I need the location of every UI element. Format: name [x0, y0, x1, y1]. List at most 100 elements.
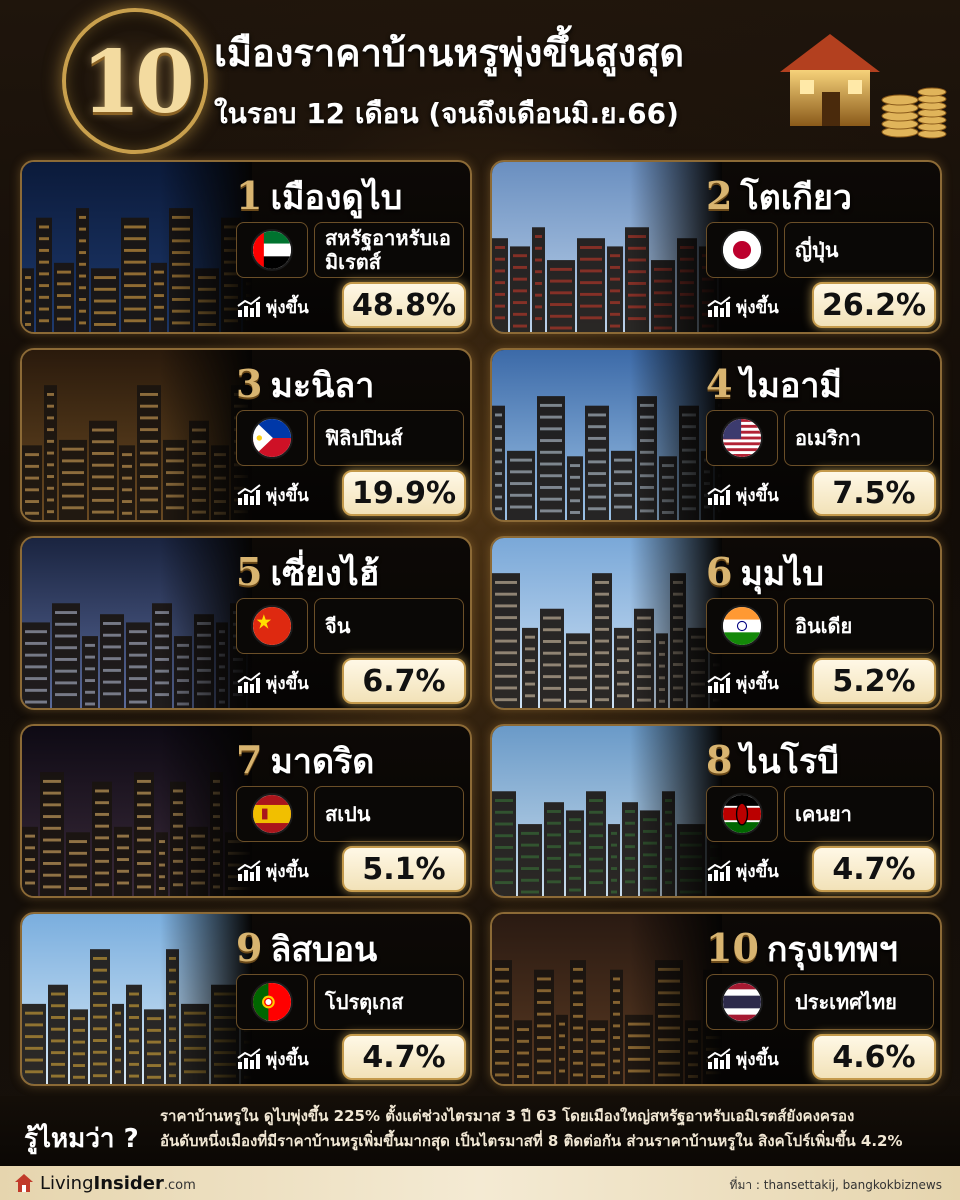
rise-text: พุ่งขึ้น: [266, 485, 309, 506]
house-coins-icon: [780, 34, 947, 139]
rise-text: พุ่งขึ้น: [266, 673, 309, 694]
flag-box: [236, 222, 308, 278]
city-name: ลิสบอน: [270, 930, 378, 970]
rising-chart-icon: [707, 860, 731, 881]
flag-box: [706, 786, 778, 842]
brand-insider: Insider: [93, 1172, 164, 1194]
rise-label: พุ่งขึ้น: [706, 1038, 818, 1080]
rank-number: 5: [236, 549, 263, 594]
city-name: เมืองดูไบ: [270, 178, 403, 218]
note-title: รู้ไหมว่า ?: [24, 1124, 139, 1154]
city-card: 1 เมืองดูไบ สหรัฐอาหรับเอมิเรตส์ พุ่งขึ้น…: [20, 160, 472, 334]
city-card: 2 โตเกียว ญี่ปุ่น พุ่งขึ้น 26.2%: [490, 160, 942, 334]
city-title: 5 เซี่ยงไฮ้: [236, 546, 380, 598]
flag-box: [706, 222, 778, 278]
country-name: อเมริกา: [784, 410, 934, 466]
page-subtitle: ในรอบ 12 เดือน (จนถึงเดือนมิ.ย.66): [214, 97, 679, 130]
city-card: 8 ไนโรบี เคนยา พุ่งขึ้น 4.7%: [490, 724, 942, 898]
philippines-flag-icon: [251, 417, 293, 459]
flag-box: [706, 974, 778, 1030]
note-text: ราคาบ้านหรูใน ดูไบพุ่งขึ้น 225% ตั้งแต่ช…: [160, 1104, 950, 1154]
city-title: 9 ลิสบอน: [236, 922, 377, 974]
uae-flag-icon: [251, 229, 293, 271]
usa-flag-icon: [721, 417, 763, 459]
city-card: 5 เซี่ยงไฮ้ จีน พุ่งขึ้น 6.7%: [20, 536, 472, 710]
rank-number: 7: [236, 737, 263, 782]
brand-domain: .com: [163, 1177, 196, 1193]
rise-text: พุ่งขึ้น: [736, 1049, 779, 1070]
increase-percent: 48.8%: [342, 282, 466, 328]
page-title: เมืองราคาบ้านหรูพุ่งขึ้นสูงสุด: [214, 31, 684, 75]
source-credit: ที่มา : thansettakij, bangkokbiznews: [729, 1178, 942, 1192]
city-photo: [492, 162, 722, 332]
city-title: 10 กรุงเทพฯ: [706, 922, 898, 974]
rising-chart-icon: [237, 484, 261, 505]
city-card: 7 มาดริด สเปน พุ่งขึ้น 5.1%: [20, 724, 472, 898]
increase-percent: 4.6%: [812, 1034, 936, 1080]
increase-percent: 4.7%: [342, 1034, 466, 1080]
note-line-2: อันดับหนึ่งเมืองที่มีราคาบ้านหรูเพิ่มขึ้…: [160, 1132, 903, 1150]
india-flag-icon: [721, 605, 763, 647]
city-title: 8 ไนโรบี: [706, 734, 839, 786]
rank-number: 9: [236, 925, 263, 970]
city-name: กรุงเทพฯ: [766, 930, 898, 970]
rising-chart-icon: [707, 672, 731, 693]
rise-label: พุ่งขึ้น: [706, 286, 818, 328]
top10-badge: 10: [62, 8, 208, 154]
city-title: 7 มาดริด: [236, 734, 374, 786]
rising-chart-icon: [707, 1048, 731, 1069]
thailand-flag-icon: [721, 981, 763, 1023]
increase-percent: 7.5%: [812, 470, 936, 516]
city-card: 4 ไมอามี อเมริกา พุ่งขึ้น 7.5%: [490, 348, 942, 522]
rise-text: พุ่งขึ้น: [266, 1049, 309, 1070]
city-photo: [492, 914, 722, 1084]
kenya-flag-icon: [721, 793, 763, 835]
rank-number: 6: [706, 549, 733, 594]
city-photo: [492, 726, 722, 896]
brand-living: Living: [40, 1172, 94, 1194]
city-title: 6 มุมไบ: [706, 546, 824, 598]
badge-number: 10: [81, 32, 195, 133]
country-name: ประเทศไทย: [784, 974, 934, 1030]
increase-percent: 4.7%: [812, 846, 936, 892]
rise-text: พุ่งขึ้น: [736, 861, 779, 882]
country-name: เคนยา: [784, 786, 934, 842]
rank-number: 10: [706, 925, 759, 970]
increase-percent: 19.9%: [342, 470, 466, 516]
city-card: 6 มุมไบ อินเดีย พุ่งขึ้น 5.2%: [490, 536, 942, 710]
city-name: โตเกียว: [740, 178, 853, 218]
city-title: 2 โตเกียว: [706, 170, 852, 222]
city-title: 1 เมืองดูไบ: [236, 170, 402, 222]
rank-number: 4: [706, 361, 733, 406]
city-name: ไมอามี: [740, 366, 842, 406]
rising-chart-icon: [237, 296, 261, 317]
city-name: มะนิลา: [270, 366, 375, 406]
country-name: ญี่ปุ่น: [784, 222, 934, 278]
china-flag-icon: [251, 605, 293, 647]
livinginsider-logo[interactable]: LivingInsider.com: [14, 1171, 196, 1195]
japan-flag-icon: [721, 229, 763, 271]
city-card: 10 กรุงเทพฯ ประเทศไทย พุ่งขึ้น 4.6%: [490, 912, 942, 1086]
rank-number: 8: [706, 737, 733, 782]
increase-percent: 5.2%: [812, 658, 936, 704]
rise-label: พุ่งขึ้น: [236, 662, 348, 704]
city-photo: [492, 538, 722, 708]
rank-number: 1: [236, 173, 263, 218]
city-title: 3 มะนิลา: [236, 358, 374, 410]
country-name: โปรตุเกส: [314, 974, 464, 1030]
increase-percent: 6.7%: [342, 658, 466, 704]
logo-mark-icon: [15, 1174, 33, 1192]
rise-label: พุ่งขึ้น: [236, 1038, 348, 1080]
city-photo: [492, 350, 722, 520]
rise-text: พุ่งขึ้น: [266, 861, 309, 882]
flag-box: [236, 598, 308, 654]
city-name: มุมไบ: [740, 554, 824, 594]
rise-label: พุ่งขึ้น: [706, 662, 818, 704]
city-name: มาดริด: [270, 742, 375, 782]
header: 10 เมืองราคาบ้านหรูพุ่งขึ้นสูงสุด ในรอบ …: [0, 0, 960, 158]
rise-text: พุ่งขึ้น: [736, 485, 779, 506]
rise-text: พุ่งขึ้น: [266, 297, 309, 318]
rising-chart-icon: [237, 860, 261, 881]
rising-chart-icon: [237, 672, 261, 693]
city-card: 3 มะนิลา ฟิลิปปินส์ พุ่งขึ้น 19.9%: [20, 348, 472, 522]
